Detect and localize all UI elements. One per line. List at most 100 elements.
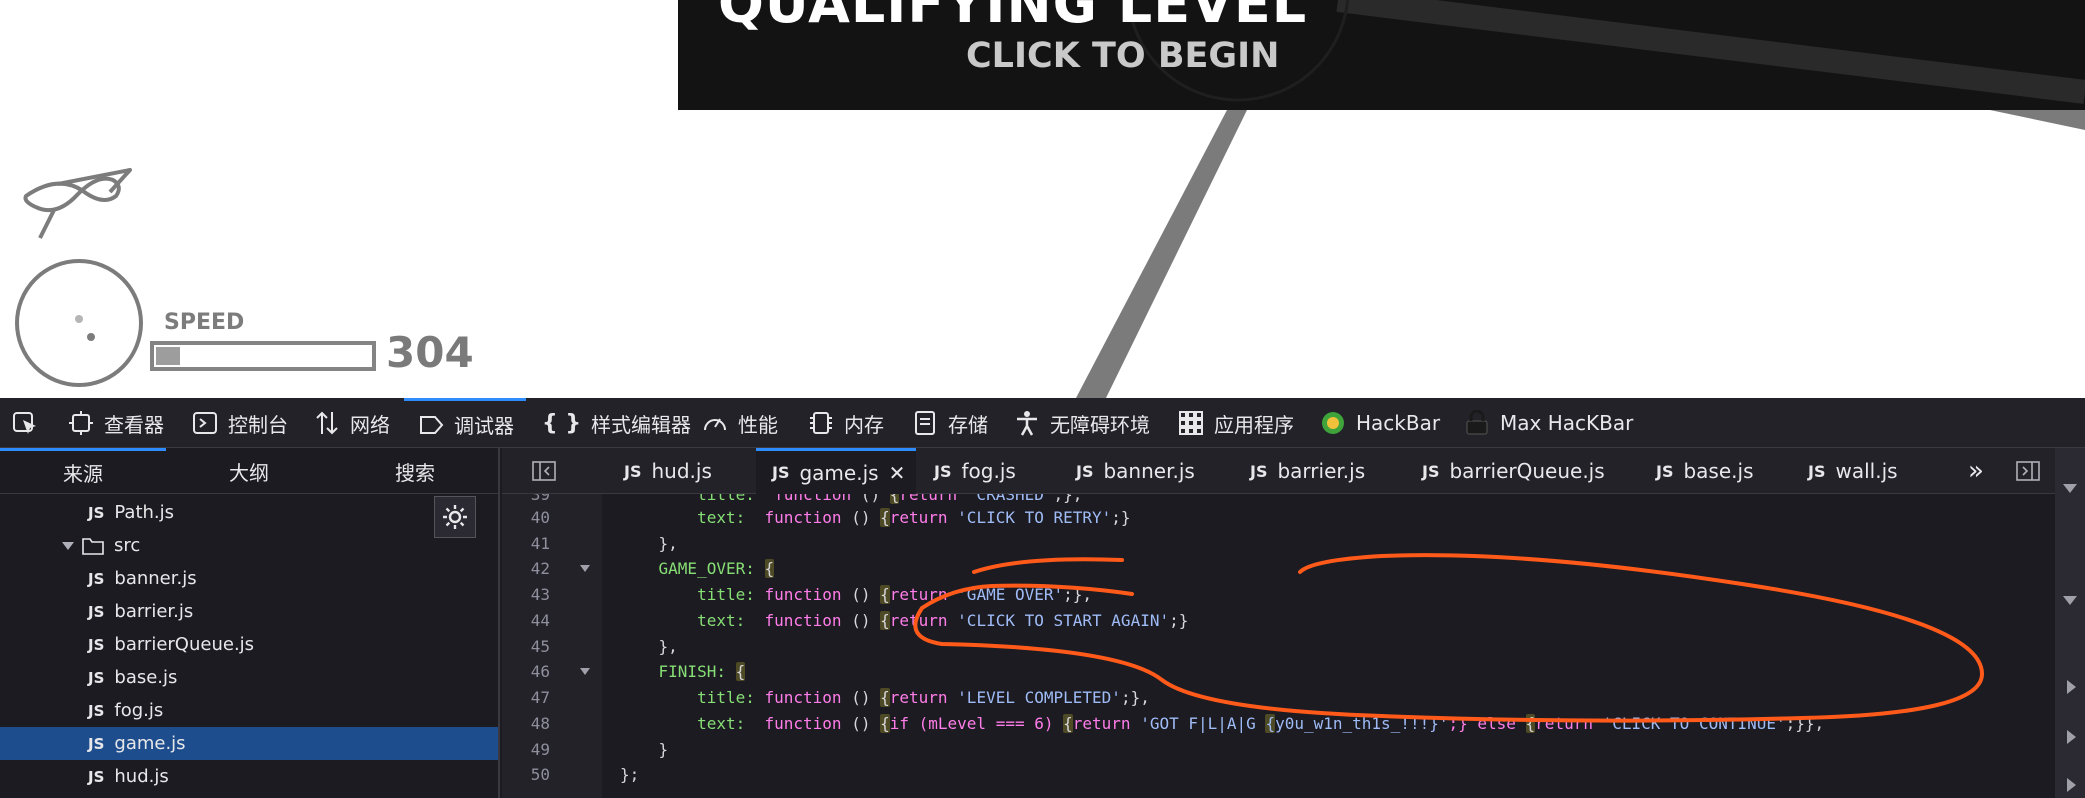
line-number: 42: [530, 559, 550, 578]
speed-bar: [150, 341, 376, 371]
tab-outline[interactable]: 大纲: [166, 448, 332, 494]
toolbar-tab-console[interactable]: 控制台: [192, 398, 288, 448]
chevron-down-icon[interactable]: [2063, 484, 2077, 493]
toolbar-tab-application[interactable]: 应用程序: [1178, 398, 1294, 448]
click-to-begin-text[interactable]: CLICK TO BEGIN: [966, 36, 1279, 76]
tree-item-hud-js[interactable]: JS hud.js: [0, 760, 498, 793]
code-line-flag: text: function () {if (mLevel === 6) {re…: [697, 714, 1825, 733]
game-canvas[interactable]: QUALIFYING LEVEL CLICK TO BEGIN SPEED 30…: [0, 0, 2085, 398]
file-tab-label: barrierQueue.js: [1449, 459, 1605, 483]
chevron-right-icon[interactable]: [2067, 778, 2076, 792]
toolbar-tab-label: 内存: [844, 412, 884, 437]
speedometer-icon: [15, 259, 143, 387]
tree-item-label: fog.js: [114, 700, 164, 721]
fold-toggle-icon[interactable]: [580, 668, 590, 675]
js-file-icon: JS: [1422, 461, 1440, 481]
code-view[interactable]: 39 40 41 42 43 44 45 46 47 48 49 50 titl…: [502, 494, 2085, 798]
toggle-sources-button[interactable]: [532, 448, 556, 494]
file-tab-base-js[interactable]: JS base.js: [1656, 448, 1754, 494]
code-line: FINISH: {: [658, 662, 746, 681]
chevron-right-icon[interactable]: [2067, 730, 2076, 744]
line-number: 49: [530, 740, 550, 759]
line-number: 48: [530, 714, 550, 733]
more-tabs-button[interactable]: »: [1968, 448, 1984, 494]
code-line: title: function () {return 'CRASHED';},: [620, 494, 1082, 504]
ship-icon: [23, 168, 132, 239]
toolbar-tab-storage[interactable]: 存储: [912, 398, 988, 448]
tree-item-label: Path.js: [114, 502, 175, 523]
tree-item-label: src: [114, 535, 141, 556]
sources-tabs: 来源 大纲 搜索: [0, 448, 500, 494]
tab-sources[interactable]: 来源: [0, 448, 166, 494]
toolbar-tab-max-hackbar[interactable]: Max HacKBar: [1464, 398, 1633, 448]
lock-icon: [1466, 410, 1488, 435]
style-editor-icon: { }: [542, 410, 581, 436]
toolbar-tab-performance[interactable]: 性能: [702, 398, 778, 448]
js-file-icon: JS: [88, 701, 105, 720]
memory-icon: [810, 412, 832, 434]
js-file-icon: JS: [88, 635, 105, 654]
file-tab-banner-js[interactable]: JS banner.js: [1076, 448, 1195, 494]
toolbar-tab-memory[interactable]: 内存: [808, 398, 884, 448]
code-line: };: [620, 765, 640, 784]
code-line: text: function () {return 'CLICK TO RETR…: [697, 508, 1131, 527]
code-line: },: [620, 637, 678, 656]
editor-right-sidebar[interactable]: [2055, 448, 2085, 798]
element-picker-button[interactable]: [12, 398, 48, 448]
tree-item-base-js[interactable]: JS base.js: [0, 661, 498, 694]
chevron-right-icon[interactable]: [2067, 680, 2076, 694]
tree-item-game-js[interactable]: JS game.js: [0, 727, 498, 760]
speed-label: SPEED: [164, 310, 245, 335]
level-banner[interactable]: QUALIFYING LEVEL CLICK TO BEGIN: [678, 0, 2085, 110]
tree-item-barrierqueue-js[interactable]: JS barrierQueue.js: [0, 628, 498, 661]
file-tab-wall-js[interactable]: JS wall.js: [1808, 448, 1898, 494]
toolbar-tab-network[interactable]: 网络: [314, 398, 390, 448]
file-tab-label: base.js: [1683, 459, 1754, 483]
tree-item-path-js[interactable]: JS Path.js: [0, 496, 498, 529]
toolbar-tab-label: 样式编辑器: [590, 412, 691, 437]
js-file-icon: JS: [934, 461, 952, 481]
js-file-icon: JS: [772, 463, 790, 482]
inspector-icon: [69, 411, 93, 435]
code-line: title: function () {return 'LEVEL COMPLE…: [697, 688, 1150, 707]
toolbar-tab-hackbar[interactable]: HackBar: [1320, 398, 1440, 448]
tree-item-banner-js[interactable]: JS banner.js: [0, 562, 498, 595]
console-icon: [193, 412, 217, 434]
file-tab-barrierqueue-js[interactable]: JS barrierQueue.js: [1422, 448, 1605, 494]
file-tab-fog-js[interactable]: JS fog.js: [934, 448, 1016, 494]
tree-folder-src[interactable]: src: [0, 529, 498, 562]
toolbar-tab-label: 应用程序: [1214, 412, 1294, 437]
toolbar-tab-style-editor[interactable]: { } 样式编辑器: [542, 398, 691, 448]
js-file-icon: JS: [88, 602, 105, 621]
toolbar-tab-inspector[interactable]: 查看器: [68, 398, 164, 448]
file-tab-label: wall.js: [1835, 459, 1898, 483]
file-tab-hud-js[interactable]: JS hud.js: [624, 448, 712, 494]
tree-item-fog-js[interactable]: JS fog.js: [0, 694, 498, 727]
line-number: 40: [530, 508, 550, 527]
banner-title: QUALIFYING LEVEL: [718, 0, 1308, 35]
tab-label: 大纲: [229, 460, 269, 485]
js-file-icon: JS: [88, 503, 105, 522]
file-tab-barrier-js[interactable]: JS barrier.js: [1250, 448, 1365, 494]
network-icon: [316, 411, 338, 435]
toolbar-tab-label: 存储: [948, 412, 988, 437]
element-picker-icon: [13, 412, 36, 434]
line-number: 50: [530, 765, 550, 784]
tab-search[interactable]: 搜索: [332, 448, 498, 494]
file-tab-game-js[interactable]: JS game.js ✕: [756, 448, 916, 494]
fold-toggle-icon[interactable]: [580, 565, 590, 572]
sidebar-toggle-icon: [532, 461, 556, 481]
toolbar-tab-debugger[interactable]: 调试器: [404, 398, 526, 448]
line-number: 45: [530, 637, 550, 656]
hackbar-icon: [1322, 412, 1344, 434]
double-chevron-right-icon: »: [1968, 456, 1984, 486]
toggle-sidebar-button[interactable]: [2016, 448, 2040, 494]
tree-item-barrier-js[interactable]: JS barrier.js: [0, 595, 498, 628]
toolbar-tab-accessibility[interactable]: 无障碍环境: [1014, 398, 1150, 448]
chevron-down-icon[interactable]: [2063, 596, 2077, 605]
js-file-icon: JS: [624, 461, 642, 481]
toolbar-tab-label: HackBar: [1356, 411, 1441, 435]
js-file-icon: JS: [88, 668, 105, 687]
line-gutter: 39 40 41 42 43 44 45 46 47 48 49 50: [502, 494, 602, 798]
close-tab-icon[interactable]: ✕: [889, 461, 906, 485]
